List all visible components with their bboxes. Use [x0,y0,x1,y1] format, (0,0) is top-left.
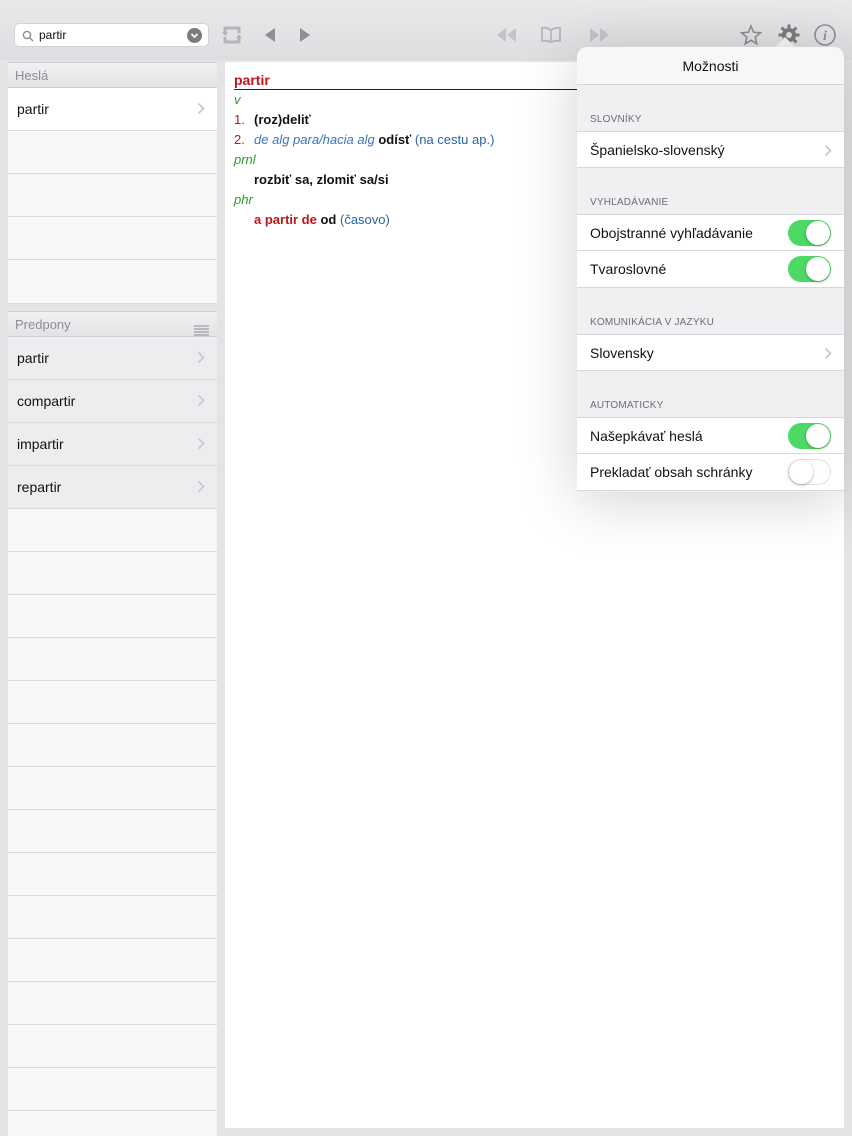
toggle-knob [789,460,813,484]
list-item [8,595,217,638]
morphological-toggle[interactable] [788,256,831,282]
group-header-language: KOMUNIKÁCIA V JAZYKU [590,317,715,328]
list-item [8,1025,217,1068]
list-item [8,217,217,260]
morphological-row: Tvaroslovné [577,251,844,288]
chevron-right-icon [197,394,205,412]
list-item [8,131,217,174]
list-item [8,1068,217,1111]
sense-translation: odísť [378,132,412,147]
group-header-search: VYHĽADÁVANIE [590,197,669,208]
forward-icon[interactable] [292,22,318,48]
sense-note: (časovo) [340,212,390,227]
sense-context: de alg para/hacia alg [254,132,375,147]
bidirectional-search-row: Obojstranné vyhľadávanie [577,214,844,251]
prefix-item-impartir[interactable]: impartir [8,423,217,466]
chevron-right-icon [824,347,832,365]
sense-translation: od [320,212,337,227]
prefixes-header: Predpony [8,311,217,337]
toggle-knob [806,257,830,281]
refresh-icon[interactable] [219,22,245,48]
section-gap [8,304,217,311]
headwords-header: Heslá [8,62,217,88]
left-panel: Heslá partir Predpony partir compartir i… [8,62,217,1136]
sense-number: 1. [234,112,245,127]
chevron-right-icon [197,480,205,498]
list-item [8,939,217,982]
prefix-label: partir [17,350,49,366]
search-input[interactable] [39,26,189,44]
list-item [8,982,217,1025]
morphological-label: Tvaroslovné [590,261,667,277]
dictionary-label: Španielsko-slovenský [590,142,725,158]
list-item [8,724,217,767]
book-icon[interactable] [538,22,564,48]
clear-icon[interactable] [187,28,202,43]
prefix-item-compartir[interactable]: compartir [8,380,217,423]
rewind-icon[interactable] [494,22,520,48]
prefixes-title: Predpony [15,317,71,332]
list-item [8,174,217,217]
suggest-row: Našepkávať heslá [577,417,844,454]
list-item [8,1111,217,1136]
toggle-knob [806,424,830,448]
list-item [8,896,217,939]
suggest-toggle[interactable] [788,423,831,449]
list-item [8,260,217,304]
group-header-auto: AUTOMATICKY [590,400,664,411]
headwords-title: Heslá [15,68,49,83]
sense-number: 2. [234,132,245,147]
list-item [8,681,217,724]
clipboard-label: Prekladať obsah schránky [590,464,753,480]
group-header-dictionaries: SLOVNÍKY [590,114,642,125]
options-popover: Možnosti SLOVNÍKY Španielsko-slovenský V… [577,47,844,492]
bidirectional-search-label: Obojstranné vyhľadávanie [590,225,753,241]
language-label: Slovensky [590,345,654,361]
headword-label: partir [17,101,49,117]
fast-forward-icon[interactable] [586,22,612,48]
suggest-label: Našepkávať heslá [590,428,703,444]
info-icon[interactable]: i [812,22,838,48]
toggle-knob [806,221,830,245]
back-icon[interactable] [257,22,283,48]
search-field[interactable] [14,23,209,47]
prefix-label: compartir [17,393,76,409]
chevron-right-icon [197,102,205,120]
bidirectional-search-toggle[interactable] [788,220,831,246]
prefix-item-repartir[interactable]: repartir [8,466,217,509]
phrase: a partir de [254,212,317,227]
list-item [8,767,217,810]
list-item [8,552,217,595]
svg-text:i: i [823,29,827,44]
chevron-right-icon [197,437,205,455]
clipboard-toggle[interactable] [788,459,831,485]
headword-item[interactable]: partir [8,88,217,131]
list-item [8,509,217,552]
list-item [8,853,217,896]
dictionary-selector[interactable]: Španielsko-slovenský [577,131,844,168]
sense-translation: (roz)deliť [254,112,311,127]
list-item [8,810,217,853]
prefix-label: impartir [17,436,64,452]
star-icon[interactable] [738,22,764,48]
sense-note: (na cestu ap.) [414,132,495,147]
prefix-label: repartir [17,479,62,495]
chevron-right-icon [197,351,205,369]
list-item [8,638,217,681]
prefix-item-partir[interactable]: partir [8,337,217,380]
language-selector[interactable]: Slovensky [577,334,844,371]
clipboard-row: Prekladať obsah schránky [577,454,844,491]
search-icon [22,29,34,47]
popover-title: Možnosti [577,47,844,85]
chevron-right-icon [824,144,832,162]
sense-translation: rozbiť sa, zlomiť sa/si [254,172,389,187]
